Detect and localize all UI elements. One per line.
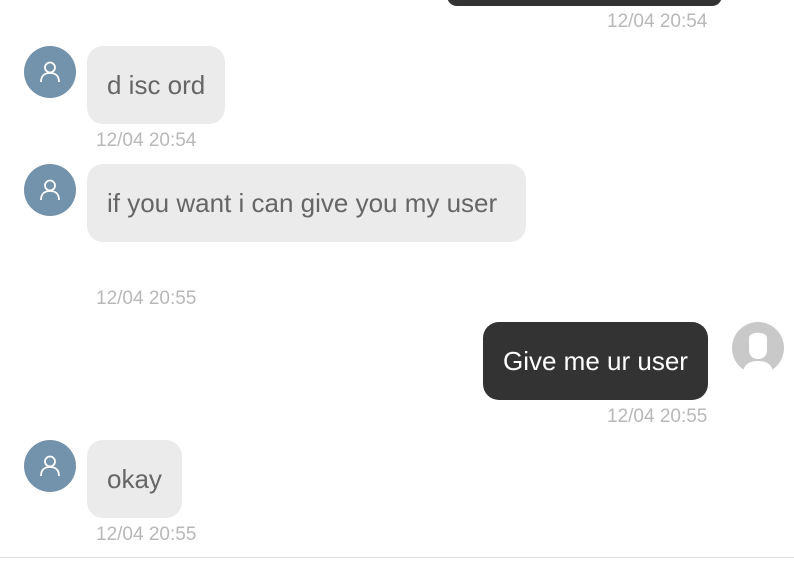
message-bubble-outgoing[interactable]: Give me ur user	[483, 322, 708, 400]
message-bubble-outgoing-cut	[447, 0, 722, 6]
contact-avatar[interactable]	[24, 440, 76, 492]
own-avatar[interactable]	[732, 322, 784, 374]
user-outline-icon	[40, 455, 60, 477]
user-outline-icon	[40, 61, 60, 83]
chat-thread: 12/04 20:54 d isc ord 12/04 20:54 if you…	[0, 0, 794, 562]
message-bubble-incoming[interactable]: if you want i can give you my user	[87, 164, 526, 242]
message-timestamp: 12/04 20:55	[96, 524, 197, 545]
message-timestamp: 12/04 20:54	[96, 130, 197, 151]
message-timestamp: 12/04 20:55	[96, 288, 197, 309]
composer-divider	[0, 557, 794, 558]
user-silhouette-icon	[743, 332, 773, 374]
contact-avatar[interactable]	[24, 46, 76, 98]
message-bubble-incoming[interactable]: okay	[87, 440, 182, 518]
message-bubble-incoming[interactable]: d isc ord	[87, 46, 226, 124]
message-timestamp: 12/04 20:55	[607, 406, 708, 427]
message-timestamp: 12/04 20:54	[607, 11, 708, 32]
user-outline-icon	[40, 179, 60, 201]
contact-avatar[interactable]	[24, 164, 76, 216]
